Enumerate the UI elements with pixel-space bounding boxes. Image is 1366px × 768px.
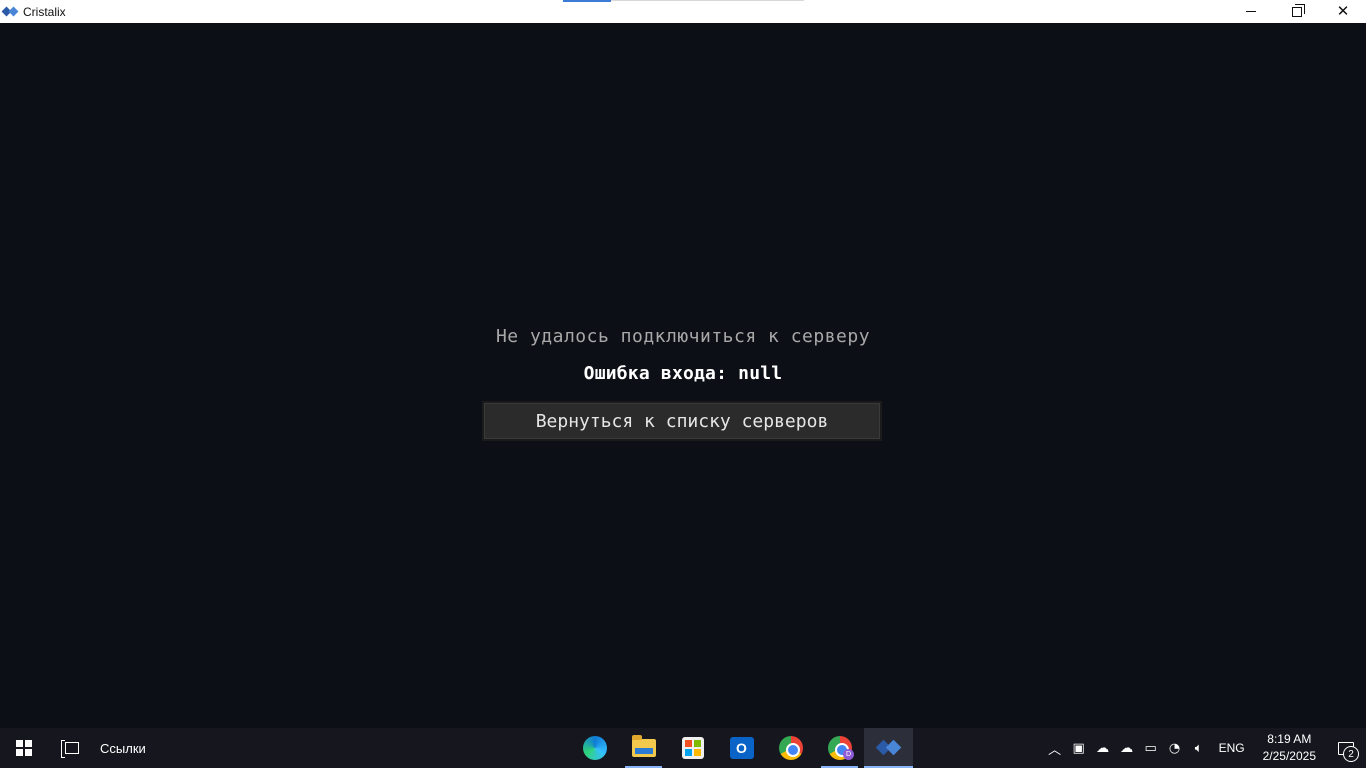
restore-icon — [1292, 3, 1305, 17]
taskbar-app-file-explorer[interactable] — [619, 728, 668, 768]
taskbar-app-outlook[interactable]: O — [717, 728, 766, 768]
minimize-icon — [1246, 11, 1256, 12]
taskbar-app-cristalix[interactable] — [864, 728, 913, 768]
minimize-button[interactable] — [1228, 0, 1274, 23]
window-title: Cristalix — [23, 4, 66, 19]
cloud-sync-icon: ☁ — [1120, 740, 1134, 756]
camera-icon: ▣ — [1072, 740, 1085, 756]
volume-button[interactable]: 🔈︎ — [1187, 728, 1211, 768]
profile-badge: D — [843, 749, 854, 760]
notification-count-badge: 2 — [1343, 746, 1359, 762]
links-toolbar[interactable]: Ссылки — [100, 741, 146, 756]
start-button[interactable] — [0, 728, 48, 768]
cloud-off-icon: ☁ — [1096, 740, 1110, 756]
outlook-icon: O — [729, 737, 754, 759]
cristalix-logo-icon — [1, 5, 20, 19]
taskbar-app-store[interactable] — [668, 728, 717, 768]
taskbar-app-chrome-profile[interactable]: D — [815, 728, 864, 768]
onedrive-sync-button[interactable]: ☁ — [1115, 728, 1139, 768]
network-button[interactable]: ◔ — [1163, 728, 1187, 768]
taskbar-app-edge[interactable] — [570, 728, 619, 768]
battery-icon: ▭ — [1144, 740, 1157, 756]
clock-date: 2/25/2025 — [1262, 749, 1316, 763]
cristalix-icon — [875, 739, 902, 757]
file-explorer-icon — [631, 735, 656, 757]
restore-button[interactable] — [1274, 0, 1320, 23]
chrome-icon — [778, 736, 803, 760]
back-to-server-list-button[interactable]: Вернуться к списку серверов — [482, 401, 882, 441]
edge-icon — [582, 736, 607, 760]
game-canvas[interactable]: Не удалось подключиться к серверу Ошибка… — [0, 23, 1366, 728]
connection-failed-title: Не удалось подключиться к серверу — [495, 326, 871, 347]
window-titlebar: Cristalix ✕ — [0, 0, 1366, 23]
system-tray: ︿ ▣ ☁ ☁ ▭ ◔ 🔈︎ ENG 8:19 AM 2/25/2025 2 — [1043, 728, 1366, 768]
windows-logo-icon — [16, 740, 32, 756]
clock-time: 8:19 AM — [1267, 732, 1312, 746]
close-icon: ✕ — [1336, 2, 1350, 20]
window-controls: ✕ — [1228, 0, 1366, 23]
action-center-button[interactable]: 2 — [1326, 728, 1366, 768]
input-language-indicator[interactable]: ENG — [1211, 741, 1253, 755]
show-hidden-icons-button[interactable]: ︿ — [1043, 728, 1067, 768]
task-view-button[interactable] — [48, 728, 96, 768]
taskbar: Ссылки O D ︿ ▣ ☁ ☁ ▭ ◔ 🔈︎ ENG 8:19 AM 2/… — [0, 728, 1366, 768]
battery-button[interactable]: ▭ — [1139, 728, 1163, 768]
wifi-icon: ◔ — [1168, 740, 1181, 756]
titlebar-divider — [611, 0, 804, 1]
close-button[interactable]: ✕ — [1320, 0, 1366, 23]
taskbar-pinned-apps: O D — [570, 728, 913, 768]
titlebar-accent — [563, 0, 611, 2]
chevron-up-icon: ︿ — [1048, 742, 1062, 758]
meet-now-button[interactable]: ▣ — [1067, 728, 1091, 768]
speaker-icon: 🔈︎ — [1194, 740, 1203, 756]
microsoft-store-icon — [681, 737, 704, 759]
clock[interactable]: 8:19 AM 2/25/2025 — [1253, 731, 1326, 765]
onedrive-button[interactable]: ☁ — [1091, 728, 1115, 768]
login-error-message: Ошибка входа: null — [583, 363, 783, 384]
task-view-icon — [61, 740, 79, 758]
taskbar-app-chrome[interactable] — [766, 728, 815, 768]
